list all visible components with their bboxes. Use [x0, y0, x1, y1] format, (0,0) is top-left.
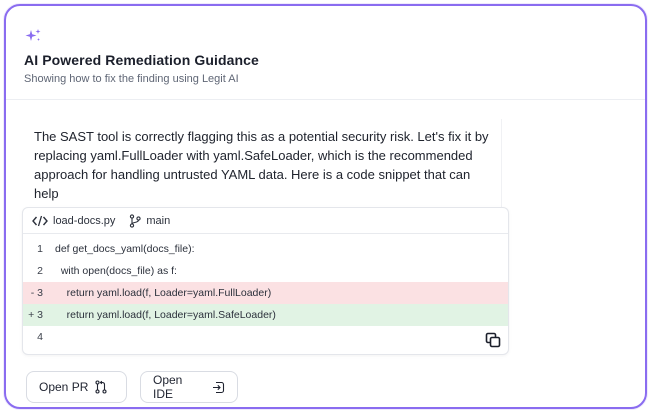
code-branch: main: [146, 214, 171, 227]
remediation-card: AI Powered Remediation Guidance Showing …: [4, 4, 647, 409]
code-header: load-docs.py main: [23, 208, 508, 234]
code-snippet: load-docs.py main 1 def get_docs_yaml(do…: [22, 207, 509, 355]
line-text: def get_docs_yaml(docs_file):: [55, 243, 195, 255]
git-branch-icon: [129, 213, 142, 228]
line-text: return yaml.load(f, Loader=yaml.FullLoad…: [55, 287, 272, 299]
code-line-added: + 3 return yaml.load(f, Loader=yaml.Safe…: [23, 304, 508, 326]
line-number: 4: [37, 331, 43, 343]
code-line: 4: [23, 326, 508, 348]
remediation-explanation: The SAST tool is correctly flagging this…: [24, 119, 502, 211]
line-text: with open(docs_file) as f:: [55, 265, 177, 277]
line-number: 2: [37, 265, 43, 277]
code-line: 1 def get_docs_yaml(docs_file):: [23, 238, 508, 260]
code-filename: load-docs.py: [53, 214, 116, 227]
line-number: 1: [37, 243, 43, 255]
line-number: + 3: [28, 309, 43, 321]
line-number: - 3: [30, 287, 43, 299]
card-subtitle: Showing how to fix the finding using Leg…: [24, 73, 239, 85]
code-icon: [32, 215, 48, 227]
open-ide-label: Open IDE: [153, 373, 183, 401]
code-line: 2 with open(docs_file) as f:: [23, 260, 508, 282]
header-divider: [6, 99, 645, 100]
sparkle-icon: [25, 29, 41, 41]
open-ide-button[interactable]: Open IDE: [140, 371, 238, 403]
copy-icon[interactable]: [485, 332, 501, 348]
pull-request-icon: [95, 380, 107, 394]
open-pr-button[interactable]: Open PR: [26, 371, 127, 403]
card-title: AI Powered Remediation Guidance: [24, 52, 259, 68]
code-lines: 1 def get_docs_yaml(docs_file): 2 with o…: [23, 234, 508, 348]
line-text: return yaml.load(f, Loader=yaml.SafeLoad…: [55, 309, 276, 321]
open-pr-label: Open PR: [39, 380, 89, 394]
open-external-icon: [212, 381, 225, 394]
code-line-removed: - 3 return yaml.load(f, Loader=yaml.Full…: [23, 282, 508, 304]
